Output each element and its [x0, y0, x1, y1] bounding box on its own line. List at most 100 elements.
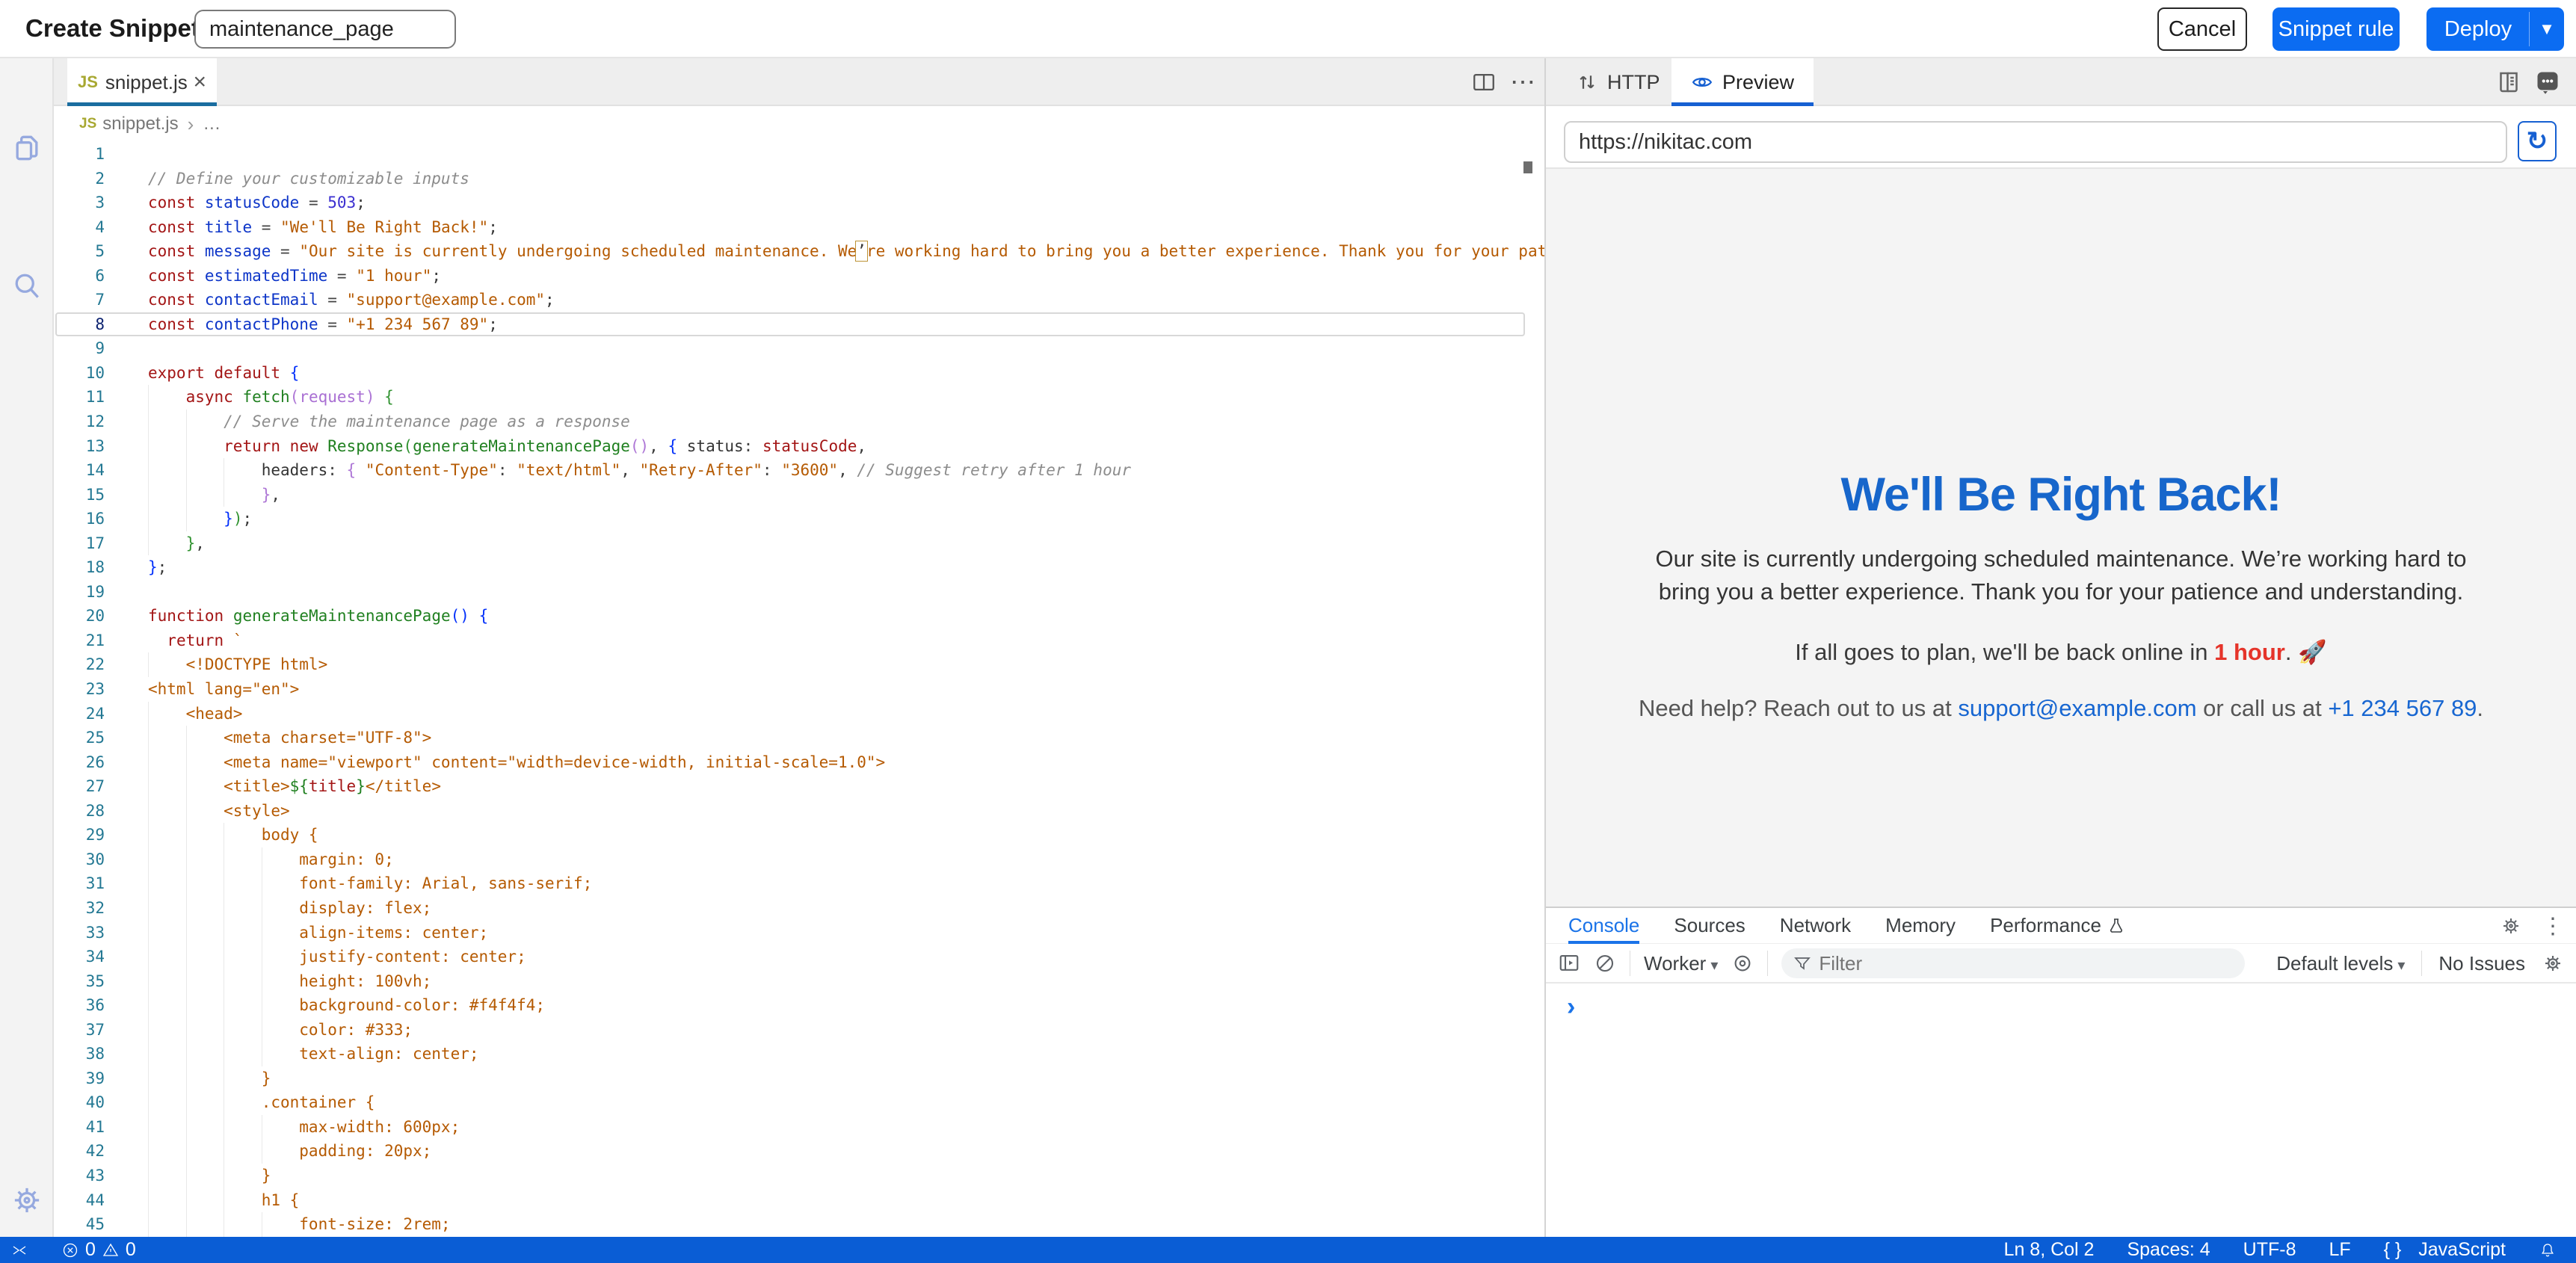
settings-gear-icon[interactable]	[10, 1184, 43, 1217]
devtools-tab-performance[interactable]: Performance	[1990, 908, 2125, 944]
devtools-settings-gear-icon[interactable]	[2500, 915, 2522, 937]
code-line[interactable]: 13 return new Response(generateMaintenan…	[54, 434, 1544, 459]
console-settings-gear-icon[interactable]	[2542, 952, 2564, 975]
close-tab-icon[interactable]: ×	[193, 71, 206, 93]
code-line[interactable]: 8const contactPhone = "+1 234 567 89";	[54, 312, 1544, 337]
context-selector[interactable]: Worker▾	[1644, 952, 1718, 975]
deploy-dropdown-caret-icon[interactable]: ▼	[2530, 7, 2564, 51]
url-input[interactable]	[1564, 121, 2507, 163]
console-sidebar-icon[interactable]	[1558, 952, 1580, 975]
code-line[interactable]: 38 text-align: center;	[54, 1042, 1544, 1066]
live-expression-eye-icon[interactable]	[1731, 952, 1754, 975]
docs-icon[interactable]	[2495, 69, 2522, 96]
code-line[interactable]: 24 <head>	[54, 702, 1544, 726]
default-levels-dropdown[interactable]: Default levels▾	[2276, 952, 2405, 975]
code-line[interactable]: 22 <!DOCTYPE html>	[54, 652, 1544, 677]
eol-setting[interactable]: LF	[2329, 1239, 2350, 1261]
tab-snippet-js[interactable]: JS snippet.js ×	[67, 58, 217, 106]
chat-icon[interactable]	[2534, 69, 2561, 96]
deploy-button[interactable]: Deploy ▼	[2426, 7, 2564, 51]
code-line[interactable]: 45 font-size: 2rem;	[54, 1212, 1544, 1237]
code-line[interactable]: 37 color: #333;	[54, 1018, 1544, 1043]
devtools-tab-console[interactable]: Console	[1568, 908, 1639, 944]
problems-indicator[interactable]: 0 0	[61, 1239, 136, 1261]
console-prompt-chevron[interactable]: ›	[1567, 992, 1575, 1022]
split-editor-icon[interactable]	[1471, 58, 1497, 106]
tab-preview[interactable]: Preview	[1671, 58, 1814, 106]
line-number: 43	[54, 1164, 105, 1188]
breadcrumb-file[interactable]: snippet.js	[102, 114, 178, 135]
code-line[interactable]: 15 },	[54, 483, 1544, 507]
indent-guide	[186, 750, 187, 775]
files-icon[interactable]	[10, 132, 43, 164]
remote-indicator-icon[interactable]	[10, 1241, 28, 1259]
code-line[interactable]: 40 .container {	[54, 1090, 1544, 1115]
code-line[interactable]: 36 background-color: #f4f4f4;	[54, 993, 1544, 1018]
code-line[interactable]: 16 });	[54, 507, 1544, 531]
devtools-tab-memory[interactable]: Memory	[1885, 908, 1956, 944]
code-line[interactable]: 27 <title>${title}</title>	[54, 774, 1544, 799]
bell-icon[interactable]	[2539, 1241, 2557, 1259]
snippet-name-input[interactable]	[194, 10, 456, 49]
code-line[interactable]: 26 <meta name="viewport" content="width=…	[54, 750, 1544, 775]
code-line[interactable]: 9	[54, 336, 1544, 361]
editor-more-actions-icon[interactable]: ⋯	[1510, 58, 1537, 106]
code-line[interactable]: 39 }	[54, 1066, 1544, 1091]
code-line[interactable]: 7const contactEmail = "support@example.c…	[54, 288, 1544, 312]
support-email-link[interactable]: support@example.com	[1958, 695, 2196, 721]
code-line[interactable]: 35 height: 100vh;	[54, 969, 1544, 994]
preview-panel: HTTP Preview ↻ We'll Be Right Back! Our …	[1546, 58, 2576, 1237]
code-line[interactable]: 25 <meta charset="UTF-8">	[54, 726, 1544, 750]
no-issues-label[interactable]: No Issues	[2438, 952, 2525, 975]
code-line[interactable]: 4const title = "We'll Be Right Back!";	[54, 215, 1544, 240]
search-icon[interactable]	[10, 269, 43, 302]
cursor-position[interactable]: Ln 8, Col 2	[2004, 1239, 2095, 1261]
code-line[interactable]: 29 body {	[54, 823, 1544, 847]
code-line[interactable]: 6const estimatedTime = "1 hour";	[54, 264, 1544, 288]
code-line[interactable]: 3const statusCode = 503;	[54, 191, 1544, 215]
code-line[interactable]: 2// Define your customizable inputs	[54, 167, 1544, 191]
code-line[interactable]: 11 async fetch(request) {	[54, 385, 1544, 410]
phone-link[interactable]: +1 234 567 89	[2328, 695, 2477, 721]
code-line[interactable]: 5const message = "Our site is currently …	[54, 239, 1544, 264]
language-mode[interactable]: { } JavaScript	[2384, 1239, 2506, 1261]
code-line[interactable]: 33 align-items: center;	[54, 921, 1544, 945]
console-output[interactable]: ›	[1546, 983, 2576, 1237]
encoding-setting[interactable]: UTF-8	[2243, 1239, 2296, 1261]
clear-console-icon[interactable]	[1594, 952, 1616, 975]
filter-input[interactable]	[1819, 952, 2193, 975]
code-line[interactable]: 42 padding: 20px;	[54, 1139, 1544, 1164]
code-line[interactable]: 34 justify-content: center;	[54, 945, 1544, 969]
line-number: 11	[54, 385, 105, 410]
code-area[interactable]: 12// Define your customizable inputs3con…	[54, 142, 1544, 1237]
breadcrumb[interactable]: JS snippet.js › …	[54, 108, 1544, 140]
code-line[interactable]: 12 // Serve the maintenance page as a re…	[54, 410, 1544, 434]
code-line[interactable]: 30 margin: 0;	[54, 847, 1544, 872]
code-line[interactable]: 21 return `	[54, 629, 1544, 653]
code-line[interactable]: 10export default {	[54, 361, 1544, 386]
code-line[interactable]: 44 h1 {	[54, 1188, 1544, 1213]
devtools-kebab-menu-icon[interactable]: ⋮	[2542, 913, 2564, 939]
snippet-rule-button[interactable]: Snippet rule	[2273, 7, 2400, 51]
code-line[interactable]: 20function generateMaintenancePage() {	[54, 604, 1544, 629]
code-line[interactable]: 19	[54, 580, 1544, 605]
code-line[interactable]: 14 headers: { "Content-Type": "text/html…	[54, 458, 1544, 483]
code-line[interactable]: 31 font-family: Arial, sans-serif;	[54, 871, 1544, 896]
code-line[interactable]: 1	[54, 142, 1544, 167]
code-line[interactable]: 23<html lang="en">	[54, 677, 1544, 702]
code-line[interactable]: 17 },	[54, 531, 1544, 556]
code-line[interactable]: 43 }	[54, 1164, 1544, 1188]
code-line[interactable]: 28 <style>	[54, 799, 1544, 824]
indent-guide	[148, 896, 149, 921]
code-line[interactable]: 18};	[54, 555, 1544, 580]
refresh-button[interactable]: ↻	[2518, 121, 2557, 161]
tab-http[interactable]: HTTP	[1556, 58, 1680, 106]
breadcrumb-more[interactable]: …	[203, 114, 221, 135]
console-filter[interactable]	[1781, 948, 2245, 978]
cancel-button[interactable]: Cancel	[2157, 7, 2247, 51]
devtools-tab-sources[interactable]: Sources	[1674, 908, 1745, 944]
code-line[interactable]: 41 max-width: 600px;	[54, 1115, 1544, 1140]
devtools-tab-network[interactable]: Network	[1780, 908, 1851, 944]
indentation-setting[interactable]: Spaces: 4	[2127, 1239, 2210, 1261]
code-line[interactable]: 32 display: flex;	[54, 896, 1544, 921]
